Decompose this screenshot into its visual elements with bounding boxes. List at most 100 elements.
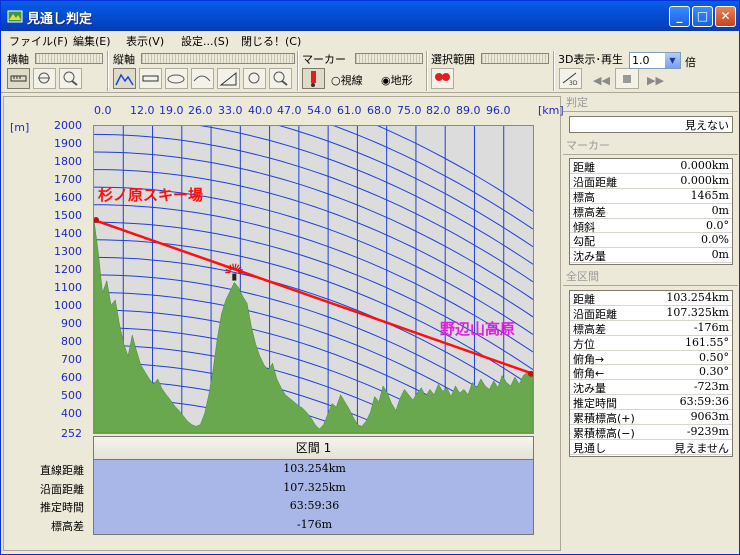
- info-row: 沿面距離 0.000km: [570, 174, 732, 189]
- y-tick-label: 1400: [54, 227, 82, 240]
- speed-unit: 倍: [685, 56, 696, 69]
- section-estimated-time: 63:59:36: [289, 499, 340, 512]
- info-row-key: 沿面距離: [573, 175, 617, 189]
- profile-view-button[interactable]: [113, 68, 136, 89]
- x-tick-label: 40.0: [248, 104, 273, 117]
- zoom-fit-icon: [38, 72, 50, 84]
- all-section-title: 全区間: [563, 268, 738, 286]
- x-tick-label: 61.0: [337, 104, 362, 117]
- radio-sight[interactable]: ○視線: [331, 72, 363, 88]
- selection-button[interactable]: [431, 68, 454, 89]
- info-row-key: 俯角→: [573, 352, 605, 366]
- cloud-view-button[interactable]: [165, 68, 188, 89]
- stop-button[interactable]: [615, 68, 639, 89]
- horizontal-axis-slider[interactable]: [35, 53, 103, 64]
- slope-icon: [219, 71, 237, 86]
- start-point-label: 杉ノ原スキー場: [98, 186, 203, 204]
- vertical-ruler-button[interactable]: [139, 68, 162, 89]
- window-title: 見通し判定: [27, 12, 93, 27]
- section-label: 沿面距離: [40, 483, 84, 496]
- profile-chart-pane: [m] [km] 0.0 12.0 19.0 26.0 33.0 40.0 47.0 54.0…: [3, 63, 564, 551]
- zoom-icon: [63, 71, 78, 86]
- horizontal-zoom-button[interactable]: [59, 68, 82, 89]
- cloud-alt-button[interactable]: [191, 68, 214, 89]
- info-row-key: 標高差: [573, 205, 606, 219]
- info-row: 距離 0.000km: [570, 159, 732, 174]
- ruler-icon: [10, 75, 27, 82]
- info-row: 推定時間 63:59:36: [570, 395, 732, 410]
- menu-settings[interactable]: 設定...(S): [181, 33, 229, 49]
- speed-select[interactable]: 1.0 ▼: [629, 52, 681, 69]
- toolbar-separator: [553, 51, 555, 91]
- vertical-axis-slider[interactable]: [141, 53, 295, 64]
- menu-edit[interactable]: 編集(E): [73, 33, 111, 49]
- info-row-key: 俯角←: [573, 367, 605, 381]
- slope-button[interactable]: [217, 68, 240, 89]
- view3d-button[interactable]: 3D: [559, 68, 582, 89]
- minimize-button[interactable]: _: [669, 6, 690, 27]
- menu-close[interactable]: 閉じる！(C): [241, 33, 301, 49]
- info-row-key: 見通し: [573, 441, 606, 455]
- obstruction-burst: [232, 263, 235, 269]
- section-surface-distance: 107.325km: [283, 481, 346, 494]
- info-row-key: 勾配: [573, 235, 595, 249]
- info-row-value: 161.55°: [685, 335, 729, 349]
- all-section-table: 距離 103.254km 沿面距離 107.325km 標高差 -176m 方位 161.55…: [569, 290, 733, 457]
- play-icon[interactable]: ▶▶: [647, 74, 664, 87]
- y-tick-label: 1600: [54, 191, 82, 204]
- info-row-value: -176m: [693, 320, 729, 334]
- info-row: 累積標高(+) 9063m: [570, 410, 732, 425]
- marker-slider[interactable]: [355, 53, 423, 64]
- section-body: 103.254km 107.325km 63:59:36 -176m: [93, 460, 534, 535]
- y-tick-label: 900: [61, 317, 82, 330]
- horizontal-ruler-button[interactable]: [7, 68, 30, 89]
- info-row: 距離 103.254km: [570, 291, 732, 306]
- rewind-icon[interactable]: ◀◀: [593, 74, 610, 87]
- profile-svg[interactable]: 杉ノ原スキー場野辺山高原: [93, 63, 534, 546]
- info-row: 勾配 0.0%: [570, 233, 732, 248]
- info-row-key: 標高: [573, 190, 595, 204]
- toolbar-separator: [297, 51, 299, 91]
- menu-view[interactable]: 表示(V): [126, 33, 164, 49]
- radio-sight-label: 視線: [340, 74, 363, 87]
- y-tick-label: 1700: [54, 173, 82, 186]
- x-tick-label: 75.0: [397, 104, 422, 117]
- profile-plot[interactable]: 杉ノ原スキー場野辺山高原: [93, 63, 534, 546]
- maximize-button[interactable]: □: [692, 6, 713, 27]
- menu-file[interactable]: ファイル(F): [9, 33, 68, 49]
- info-row-value: -723m: [693, 380, 729, 394]
- radio-terrain[interactable]: ◉地形: [381, 72, 413, 88]
- chevron-down-icon[interactable]: ▼: [665, 53, 680, 68]
- selection-label: 選択範囲: [431, 53, 475, 66]
- x-tick-label: 12.0: [130, 104, 155, 117]
- title-bar[interactable]: 見通し判定 _ □ ✕: [1, 1, 739, 31]
- x-tick-label: 89.0: [456, 104, 481, 117]
- selection-slider[interactable]: [481, 53, 549, 64]
- end-point-label: 野辺山高原: [440, 320, 515, 338]
- close-button[interactable]: ✕: [715, 6, 736, 27]
- cloud-icon: [167, 74, 185, 84]
- ruler-icon: [142, 75, 159, 82]
- zoom-fit-icon: [248, 72, 260, 84]
- obstruction-burst: [234, 263, 237, 269]
- vertical-fit-button[interactable]: [243, 68, 266, 89]
- y-tick-label: 252: [61, 427, 82, 440]
- info-row-key: 標高差: [573, 322, 606, 336]
- horizontal-fit-button[interactable]: [33, 68, 56, 89]
- info-row-value: 0.000km: [680, 173, 729, 187]
- selection-pins-icon: [435, 73, 450, 81]
- vertical-zoom-button[interactable]: [269, 68, 292, 89]
- info-row: 沈み量 0m: [570, 248, 732, 263]
- info-row-value: 63:59:36: [679, 395, 729, 409]
- x-tick-label: 68.0: [367, 104, 392, 117]
- marker-button[interactable]: [302, 68, 325, 89]
- y-tick-label: 1100: [54, 281, 82, 294]
- info-row: 見通し 見えません: [570, 440, 732, 455]
- speed-select-value: 1.0: [632, 54, 650, 67]
- section-header[interactable]: 区間 1: [93, 436, 534, 460]
- info-row: 標高差 -176m: [570, 321, 732, 336]
- info-row-key: 累積標高(−): [573, 427, 635, 441]
- info-row-value: 0.50°: [699, 350, 729, 364]
- info-row-key: 沈み量: [573, 382, 606, 396]
- view3d-icon-text: 3D: [569, 80, 578, 87]
